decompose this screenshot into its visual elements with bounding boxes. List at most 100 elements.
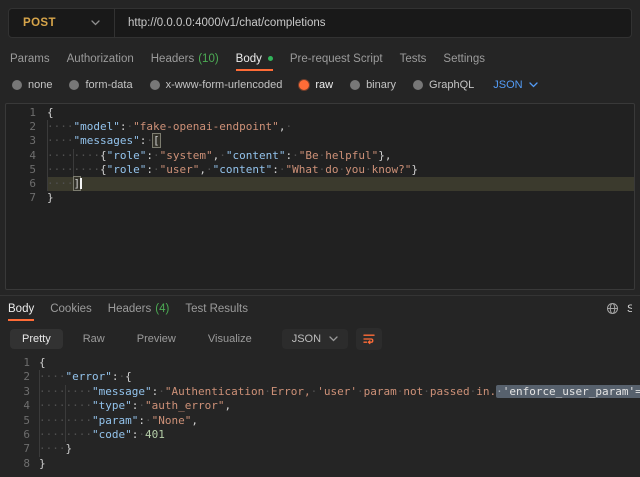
tab-body[interactable]: Body	[236, 46, 273, 71]
radio-icon	[350, 80, 360, 90]
method-select[interactable]: POST	[9, 9, 115, 37]
radio-icon	[150, 80, 160, 90]
body-type-row: none form-data x-www-form-urlencoded raw bin…	[0, 72, 640, 98]
tab-params[interactable]: Params	[10, 46, 50, 71]
text-cursor	[80, 178, 82, 189]
tab-label: Authorization	[67, 53, 134, 65]
body-type-radio-none[interactable]: none	[12, 79, 52, 91]
tab-count-badge: (10)	[198, 53, 218, 65]
radio-label: raw	[315, 79, 333, 91]
body-type-radio-binary[interactable]: binary	[350, 79, 396, 91]
indent-guide	[73, 163, 74, 177]
view-raw[interactable]: Raw	[71, 329, 117, 349]
view-preview[interactable]: Preview	[125, 329, 188, 349]
view-pretty[interactable]: Pretty	[10, 329, 63, 349]
line-number: 3	[0, 385, 30, 399]
indent-guide	[39, 370, 40, 384]
request-url-bar: POST http://0.0.0.0:4000/v1/chat/complet…	[0, 0, 640, 46]
indent-guide	[47, 177, 48, 191]
response-tab-test-results[interactable]: Test Results	[185, 296, 248, 321]
body-type-radio-form-data[interactable]: form-data	[69, 79, 132, 91]
wrap-text-icon	[362, 332, 376, 346]
tab-tests[interactable]: Tests	[400, 46, 427, 71]
tab-pre-request-script[interactable]: Pre-request Script	[290, 46, 383, 71]
indent-guide	[39, 414, 40, 428]
indent-guide	[39, 442, 40, 456]
status-text-clipped: S	[627, 303, 632, 315]
code-line[interactable]: 7····}	[0, 442, 640, 456]
indent-guide	[47, 149, 48, 163]
indent-guide	[65, 428, 66, 442]
unsaved-dot-icon	[268, 56, 273, 61]
radio-icon	[12, 80, 22, 90]
tab-label: Params	[10, 53, 50, 65]
radio-label: binary	[366, 79, 396, 91]
radio-icon	[299, 80, 309, 90]
code-line[interactable]: 4········{"role":·"system",·"content":·"…	[6, 149, 634, 163]
code-line[interactable]: 6····]	[6, 177, 634, 191]
response-language-select[interactable]: JSON	[282, 329, 348, 349]
tab-label: Headers	[108, 303, 151, 315]
method-label: POST	[23, 17, 56, 29]
radio-icon	[413, 80, 423, 90]
line-number: 7	[6, 191, 36, 205]
code-line[interactable]: 1{	[6, 106, 634, 120]
code-line[interactable]: 4········"type":·"auth_error",	[0, 399, 640, 413]
wrap-text-button[interactable]	[356, 328, 382, 350]
body-type-radio-raw[interactable]: raw	[299, 79, 333, 91]
tab-label: Headers	[151, 53, 194, 65]
tab-label: Body	[236, 53, 262, 65]
line-number: 2	[0, 370, 30, 384]
line-number: 4	[0, 399, 30, 413]
indent-guide	[39, 385, 40, 399]
response-view-switcher: Pretty Raw Preview Visualize	[10, 329, 264, 349]
code-line[interactable]: 6········"code":·401	[0, 428, 640, 442]
tab-label: Body	[8, 303, 34, 315]
line-number: 1	[0, 356, 30, 370]
code-line[interactable]: 2····"error":·{	[0, 370, 640, 384]
chevron-down-icon	[329, 336, 338, 342]
indent-guide	[47, 134, 48, 148]
code-line[interactable]: 1{	[0, 356, 640, 370]
code-line[interactable]: 3····"messages":·[	[6, 134, 634, 148]
line-number: 5	[0, 414, 30, 428]
line-number: 5	[6, 163, 36, 177]
tab-label: Pre-request Script	[290, 53, 383, 65]
radio-label: form-data	[85, 79, 132, 91]
response-tab-headers[interactable]: Headers (4)	[108, 296, 170, 321]
indent-guide	[47, 120, 48, 134]
indent-guide	[39, 399, 40, 413]
response-body-editor[interactable]: 1{2····"error":·{3········"message":·"Au…	[0, 356, 640, 477]
globe-icon[interactable]	[606, 302, 619, 315]
response-language-label: JSON	[292, 333, 321, 345]
tab-label: Test Results	[185, 303, 248, 315]
line-number: 2	[6, 120, 36, 134]
body-type-radio-x-www-form-urlencoded[interactable]: x-www-form-urlencoded	[150, 79, 283, 91]
code-line[interactable]: 2····"model":·"fake-openai-endpoint",·	[6, 120, 634, 134]
line-number: 6	[6, 177, 36, 191]
chevron-down-icon	[529, 82, 538, 88]
view-visualize[interactable]: Visualize	[196, 329, 264, 349]
code-line[interactable]: 8}	[0, 457, 640, 471]
tab-settings[interactable]: Settings	[443, 46, 485, 71]
tab-count-badge: (4)	[155, 303, 169, 315]
tab-label: Cookies	[50, 303, 92, 315]
code-line[interactable]: 5········"param":·"None",	[0, 414, 640, 428]
response-toolbar: Pretty Raw Preview Visualize JSON	[0, 326, 640, 352]
indent-guide	[47, 163, 48, 177]
code-line[interactable]: 5········{"role":·"user",·"content":·"Wh…	[6, 163, 634, 177]
code-line[interactable]: 3········"message":·"Authentication·Erro…	[0, 385, 640, 399]
line-number: 1	[6, 106, 36, 120]
code-line[interactable]: 7}	[6, 191, 634, 205]
response-tabs: Body Cookies Headers (4) Test Results S	[0, 295, 640, 321]
tab-authorization[interactable]: Authorization	[67, 46, 134, 71]
tab-headers[interactable]: Headers (10)	[151, 46, 219, 71]
body-type-options: none form-data x-www-form-urlencoded raw bin…	[12, 79, 474, 91]
request-body-editor[interactable]: 1{2····"model":·"fake-openai-endpoint",·…	[5, 103, 635, 290]
response-tab-body[interactable]: Body	[8, 296, 34, 321]
response-tab-cookies[interactable]: Cookies	[50, 296, 92, 321]
url-input[interactable]: http://0.0.0.0:4000/v1/chat/completions	[128, 17, 326, 29]
body-type-radio-graphql[interactable]: GraphQL	[413, 79, 474, 91]
language-select[interactable]: JSON	[493, 79, 537, 91]
indent-guide	[65, 399, 66, 413]
